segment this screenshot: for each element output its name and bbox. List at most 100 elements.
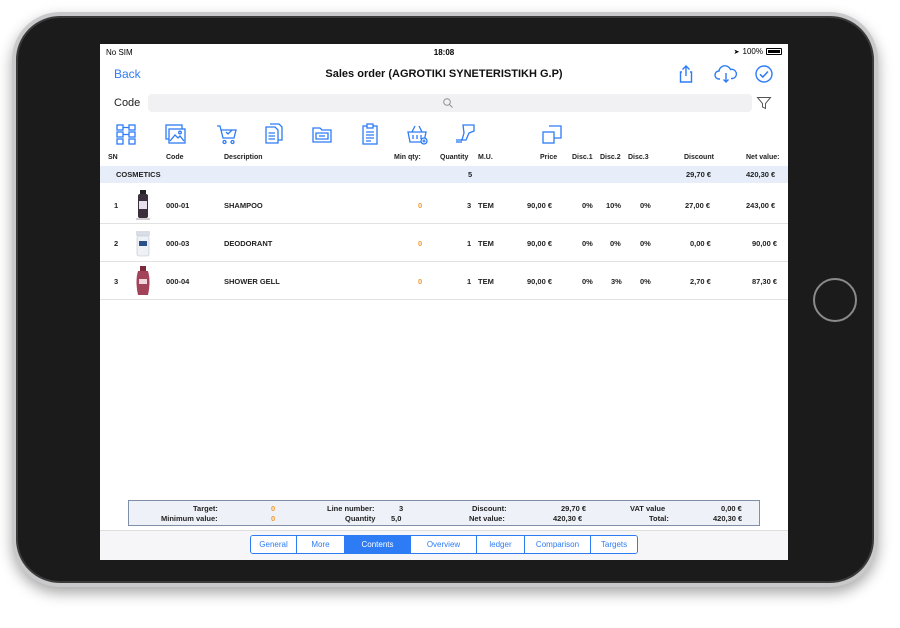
row-min-qty: 0 [418, 239, 423, 248]
group-quantity: 5 [468, 170, 473, 179]
status-bar: No SIM 18:08 ➤ 100% [100, 44, 788, 60]
row-quantity: 1 [467, 239, 472, 248]
row-sn: 2 [114, 239, 119, 248]
search-label: Code [114, 97, 141, 109]
row-discount: 27,00 € [685, 201, 711, 210]
vat-value: 0,00 € [721, 504, 742, 513]
cloud-download-icon[interactable] [714, 64, 738, 84]
share-icon[interactable] [676, 64, 696, 84]
vat-label: VAT value [630, 504, 666, 513]
segmented-tabs: General More Contents Overview ledger Co… [250, 535, 638, 554]
checkmark-circle-icon[interactable] [754, 64, 774, 84]
col-disc3: Disc.3 [628, 154, 649, 161]
navigation-bar: Back Sales order (AGROTIKI SYNETERISTIKH… [100, 60, 788, 88]
cart-icon[interactable] [215, 122, 239, 146]
group-row[interactable]: COSMETICS 5 29,70 € 420,30 € [100, 166, 788, 183]
row-net-value: 243,00 € [746, 201, 776, 210]
app-screen: No SIM 18:08 ➤ 100% Back Sales order (AG… [100, 44, 788, 560]
row-discount: 2,70 € [690, 277, 711, 286]
quantity-label: Quantity [345, 514, 376, 523]
col-description: Description [224, 154, 263, 161]
table-header: SN Code Description Min qty: Quantity M.… [100, 150, 788, 166]
battery-percent: 100% [742, 47, 763, 56]
row-description: DEODORANT [224, 239, 273, 248]
row-quantity: 1 [467, 277, 472, 286]
table-row[interactable]: 1 000-01 SHAMPOO 0 3 TEM 90,00 € 0% 10% … [100, 186, 788, 224]
tab-comparison[interactable]: Comparison [525, 536, 591, 553]
row-disc3: 0% [640, 201, 651, 210]
toolbar [100, 120, 788, 150]
row-disc2: 0% [610, 239, 621, 248]
tab-contents[interactable]: Contents [345, 536, 411, 553]
col-quantity: Quantity [440, 154, 469, 161]
min-value: 0 [271, 514, 276, 523]
row-code: 000-03 [166, 239, 190, 248]
clock: 18:08 [433, 48, 455, 57]
location-icon: ➤ [733, 48, 740, 56]
row-net-value: 87,30 € [752, 277, 778, 286]
line-number-label: Line number: [327, 504, 375, 513]
group-name: COSMETICS [116, 170, 161, 179]
col-code: Code [166, 154, 184, 161]
battery-indicator: ➤ 100% [734, 47, 782, 56]
deodorant-image [136, 231, 150, 257]
row-quantity: 3 [467, 201, 472, 210]
battery-icon [766, 48, 782, 55]
group-discount: 29,70 € [686, 170, 712, 179]
col-mu: M.U. [478, 154, 493, 161]
row-min-qty: 0 [418, 201, 423, 210]
clipboard-icon[interactable] [358, 122, 382, 146]
tab-overview[interactable]: Overview [411, 536, 477, 553]
documents-icon[interactable] [262, 122, 286, 146]
barcode-scanner-icon[interactable] [454, 122, 478, 146]
row-discount: 0,00 € [690, 239, 711, 248]
filter-icon[interactable] [756, 95, 772, 111]
row-code: 000-01 [166, 201, 190, 210]
discount-label: Discount: [472, 504, 507, 513]
tab-ledger[interactable]: ledger [477, 536, 525, 553]
search-input[interactable] [148, 94, 752, 112]
discount-value: 29,70 € [561, 504, 587, 513]
table-row[interactable]: 2 000-03 DEODORANT 0 1 TEM 90,00 € 0% 0%… [100, 224, 788, 262]
col-min-qty: Min qty: [394, 154, 421, 161]
folder-icon[interactable] [310, 122, 334, 146]
row-price: 90,00 € [527, 277, 553, 286]
row-mu: TEM [478, 239, 494, 248]
col-sn: SN [108, 154, 118, 161]
col-disc1: Disc.1 [572, 154, 593, 161]
col-net-value: Net value: [746, 154, 780, 161]
shower-gel-image [136, 266, 150, 295]
group-net-value: 420,30 € [746, 170, 776, 179]
basket-add-icon[interactable] [405, 122, 429, 146]
row-description: SHAMPOO [224, 201, 263, 210]
row-price: 90,00 € [527, 201, 553, 210]
tree-grid-icon[interactable] [114, 122, 138, 146]
row-mu: TEM [478, 277, 494, 286]
home-button[interactable] [813, 278, 857, 322]
search-row: Code [100, 92, 788, 114]
image-gallery-icon[interactable] [163, 122, 187, 146]
col-discount: Discount [684, 154, 714, 161]
col-disc2: Disc.2 [600, 154, 621, 161]
row-sn: 1 [114, 201, 119, 210]
search-icon [443, 98, 453, 108]
row-min-qty: 0 [418, 277, 423, 286]
row-disc2: 10% [606, 201, 622, 210]
row-description: SHOWER GELL [224, 277, 280, 286]
tab-targets[interactable]: Targets [591, 536, 637, 553]
shampoo-bottle-image [136, 190, 150, 220]
totals-panel: Target: 0 Minimum value: 0 Line number: … [128, 500, 760, 526]
col-price: Price [540, 154, 558, 161]
row-disc1: 0% [582, 239, 593, 248]
total-value: 420,30 € [713, 514, 743, 523]
line-number-value: 3 [399, 504, 404, 513]
tab-more[interactable]: More [297, 536, 345, 553]
table-row[interactable]: 3 000-04 SHOWER GELL 0 1 TEM 90,00 € 0% … [100, 262, 788, 300]
total-label: Total: [649, 514, 669, 523]
resize-window-icon[interactable] [540, 122, 564, 146]
row-disc3: 0% [640, 277, 651, 286]
quantity-value: 5,0 [391, 514, 402, 523]
tab-general[interactable]: General [251, 536, 297, 553]
row-disc3: 0% [640, 239, 651, 248]
target-label: Target: [193, 504, 218, 513]
